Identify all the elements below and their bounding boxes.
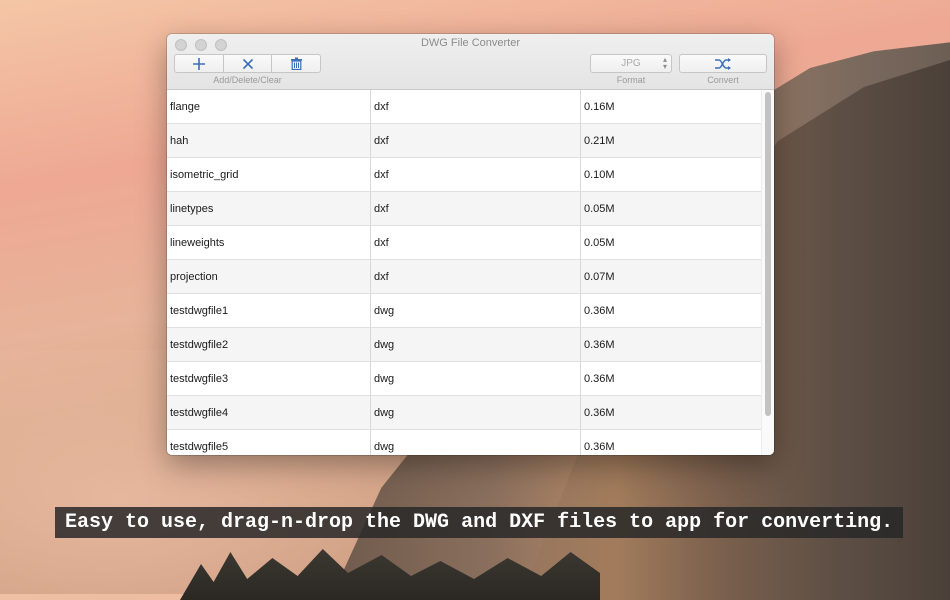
add-button[interactable] bbox=[175, 55, 224, 72]
trash-icon bbox=[290, 57, 302, 70]
shuffle-icon bbox=[715, 57, 731, 70]
file-name-cell: linetypes bbox=[167, 191, 371, 226]
convert-button[interactable] bbox=[679, 54, 767, 73]
delete-button[interactable] bbox=[224, 55, 273, 72]
plus-icon bbox=[192, 57, 205, 70]
file-name-cell: isometric_grid bbox=[167, 157, 371, 192]
file-type-cell: dxf bbox=[370, 225, 581, 260]
format-toolbar-item: JPG ▴ ▾ Format bbox=[590, 54, 672, 85]
table-row[interactable]: testdwgfile1 dwg 0.36M bbox=[167, 293, 764, 328]
table-row[interactable]: projection dxf 0.07M bbox=[167, 259, 764, 294]
file-type-cell: dwg bbox=[370, 395, 581, 430]
edit-group-label: Add/Delete/Clear bbox=[213, 75, 282, 85]
promo-caption: Easy to use, drag-n-drop the DWG and DXF… bbox=[55, 507, 904, 538]
edit-segmented-control bbox=[174, 54, 321, 73]
file-name-cell: projection bbox=[167, 259, 371, 294]
file-size-cell: 0.05M bbox=[580, 225, 764, 260]
scrollbar-thumb[interactable] bbox=[765, 92, 771, 416]
table-row[interactable]: isometric_grid dxf 0.10M bbox=[167, 157, 764, 192]
file-type-cell: dwg bbox=[370, 327, 581, 362]
file-table: flange dxf 0.16M hah dxf 0.21M isometric… bbox=[167, 90, 764, 455]
table-row[interactable]: linetypes dxf 0.05M bbox=[167, 191, 764, 226]
file-size-cell: 0.36M bbox=[580, 361, 764, 396]
file-name-cell: lineweights bbox=[167, 225, 371, 260]
file-size-cell: 0.36M bbox=[580, 429, 764, 455]
x-icon bbox=[242, 58, 253, 69]
file-size-cell: 0.36M bbox=[580, 293, 764, 328]
file-type-cell: dwg bbox=[370, 361, 581, 396]
format-select[interactable]: JPG ▴ ▾ bbox=[590, 54, 672, 73]
scroll-track[interactable] bbox=[761, 90, 774, 455]
file-name-cell: testdwgfile4 bbox=[167, 395, 371, 430]
file-type-cell: dxf bbox=[370, 191, 581, 226]
table-row[interactable]: lineweights dxf 0.05M bbox=[167, 225, 764, 260]
titlebar: DWG File Converter Add/Delete/Clear JPG … bbox=[167, 34, 774, 90]
file-size-cell: 0.05M bbox=[580, 191, 764, 226]
file-name-cell: testdwgfile2 bbox=[167, 327, 371, 362]
table-row[interactable]: hah dxf 0.21M bbox=[167, 123, 764, 158]
table-row[interactable]: flange dxf 0.16M bbox=[167, 90, 764, 124]
file-list[interactable]: flange dxf 0.16M hah dxf 0.21M isometric… bbox=[167, 90, 774, 455]
file-size-cell: 0.07M bbox=[580, 259, 764, 294]
file-type-cell: dwg bbox=[370, 293, 581, 328]
file-size-cell: 0.10M bbox=[580, 157, 764, 192]
file-size-cell: 0.36M bbox=[580, 395, 764, 430]
format-label: Format bbox=[616, 75, 646, 85]
app-window: DWG File Converter Add/Delete/Clear JPG … bbox=[167, 34, 774, 455]
table-row[interactable]: testdwgfile2 dwg 0.36M bbox=[167, 327, 764, 362]
file-name-cell: hah bbox=[167, 123, 371, 158]
file-name-cell: testdwgfile3 bbox=[167, 361, 371, 396]
file-name-cell: testdwgfile1 bbox=[167, 293, 371, 328]
file-type-cell: dxf bbox=[370, 259, 581, 294]
table-row[interactable]: testdwgfile5 dwg 0.36M bbox=[167, 429, 764, 455]
table-row[interactable]: testdwgfile4 dwg 0.36M bbox=[167, 395, 764, 430]
edit-toolbar-group: Add/Delete/Clear bbox=[174, 54, 321, 85]
file-size-cell: 0.16M bbox=[580, 90, 764, 124]
file-type-cell: dxf bbox=[370, 90, 581, 124]
window-title: DWG File Converter bbox=[420, 37, 521, 49]
file-type-cell: dwg bbox=[370, 429, 581, 455]
file-type-cell: dxf bbox=[370, 123, 581, 158]
clear-button[interactable] bbox=[272, 55, 320, 72]
file-name-cell: flange bbox=[167, 90, 371, 124]
convert-label: Convert bbox=[707, 75, 739, 85]
file-name-cell: testdwgfile5 bbox=[167, 429, 371, 455]
convert-toolbar-item: Convert bbox=[679, 54, 767, 85]
format-select-value: JPG bbox=[621, 58, 641, 69]
file-type-cell: dxf bbox=[370, 157, 581, 192]
file-size-cell: 0.36M bbox=[580, 327, 764, 362]
updown-arrows-icon: ▴ ▾ bbox=[662, 55, 667, 71]
table-row[interactable]: testdwgfile3 dwg 0.36M bbox=[167, 361, 764, 396]
file-size-cell: 0.21M bbox=[580, 123, 764, 158]
